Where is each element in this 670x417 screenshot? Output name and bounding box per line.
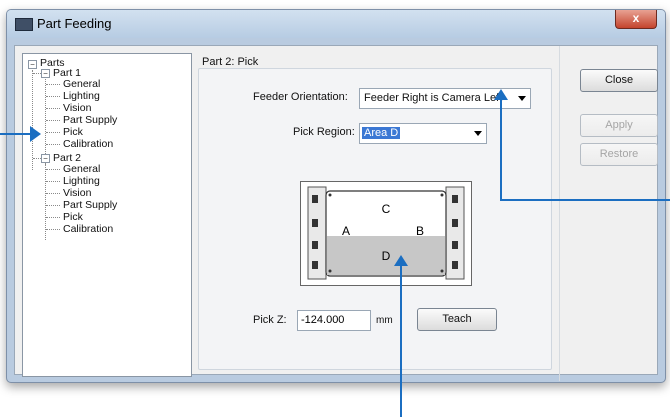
close-button[interactable]: Close	[580, 69, 658, 92]
dialog-buttons-column: Close Apply Restore	[559, 46, 660, 381]
tree-connector	[46, 108, 60, 109]
tree-connector	[46, 181, 60, 182]
callout-arrow-orientation-horizontal	[500, 199, 670, 201]
pick-region-label: Pick Region:	[293, 126, 355, 138]
callout-arrow-diagram-line	[400, 265, 402, 417]
area-a-label: A	[342, 224, 350, 238]
panel-title: Part 2: Pick	[202, 56, 259, 68]
area-b-label: B	[416, 224, 424, 238]
pick-z-input[interactable]	[298, 311, 370, 329]
tree-connector	[46, 144, 60, 145]
area-d-label: D	[382, 249, 391, 263]
collapse-part1-icon[interactable]: −	[41, 69, 50, 78]
feeder-diagram[interactable]: C A B D	[300, 181, 472, 286]
tree-connector	[46, 84, 60, 85]
tree-item-part1-calibration[interactable]: Calibration	[63, 138, 113, 150]
pick-z-field[interactable]	[297, 310, 371, 331]
apply-button[interactable]: Apply	[580, 114, 658, 137]
part-feeding-window: Part Feeding x − Parts − Part 1 General …	[6, 9, 666, 383]
tree-item-part2-vision[interactable]: Vision	[63, 187, 91, 199]
chevron-down-icon	[474, 131, 482, 136]
teach-button[interactable]: Teach	[417, 308, 497, 331]
collapse-part2-icon[interactable]: −	[41, 154, 50, 163]
tree-connector	[46, 169, 60, 170]
chevron-down-icon	[518, 96, 526, 101]
tree-item-part2-pick[interactable]: Pick	[63, 211, 83, 223]
pick-region-value: Area D	[362, 127, 401, 139]
window-close-icon[interactable]: x	[615, 10, 657, 29]
tree-connector	[32, 70, 33, 170]
tree-item-part1-vision[interactable]: Vision	[63, 102, 91, 114]
area-c-label: C	[382, 202, 391, 216]
tree-connector	[45, 79, 46, 164]
app-icon	[15, 18, 33, 31]
pick-z-label: Pick Z:	[253, 314, 287, 326]
tree-connector	[46, 120, 60, 121]
parts-tree[interactable]: − Parts − Part 1 General Lighting Vision…	[22, 53, 192, 377]
feeder-orientation-value: Feeder Right is Camera Left	[364, 92, 503, 104]
pick-region-dropdown[interactable]: Area D	[359, 123, 487, 144]
tree-connector	[46, 193, 60, 194]
restore-button[interactable]: Restore	[580, 143, 658, 166]
collapse-parts-icon[interactable]: −	[28, 60, 37, 69]
tree-connector	[46, 229, 60, 230]
tree-item-part2-lighting[interactable]: Lighting	[63, 175, 100, 187]
tree-connector	[46, 96, 60, 97]
title-bar[interactable]: Part Feeding x	[7, 10, 665, 38]
tree-item-part2-calibration[interactable]: Calibration	[63, 223, 113, 235]
dialog-client-area: − Parts − Part 1 General Lighting Vision…	[14, 45, 658, 381]
tree-item-part1-general[interactable]: General	[63, 78, 100, 90]
tree-connector	[46, 217, 60, 218]
arrow-up-icon	[394, 255, 408, 266]
window-title: Part Feeding	[37, 16, 112, 31]
tree-item-part1-pick[interactable]: Pick	[63, 126, 83, 138]
callout-arrow-orientation-vertical	[500, 100, 502, 200]
tree-item-part1-part-supply[interactable]: Part Supply	[63, 114, 117, 126]
tree-item-part2-general[interactable]: General	[63, 163, 100, 175]
callout-arrow-tree-line	[0, 133, 30, 135]
feeder-orientation-label: Feeder Orientation:	[253, 91, 348, 103]
pick-settings-group: Feeder Orientation: Feeder Right is Came…	[198, 68, 552, 370]
arrow-up-icon	[494, 89, 508, 100]
tree-item-part1-lighting[interactable]: Lighting	[63, 90, 100, 102]
pick-z-unit: mm	[376, 315, 393, 326]
tree-connector	[46, 132, 60, 133]
tree-item-part2-part-supply[interactable]: Part Supply	[63, 199, 117, 211]
arrow-right-icon	[30, 126, 41, 142]
tree-connector	[46, 205, 60, 206]
